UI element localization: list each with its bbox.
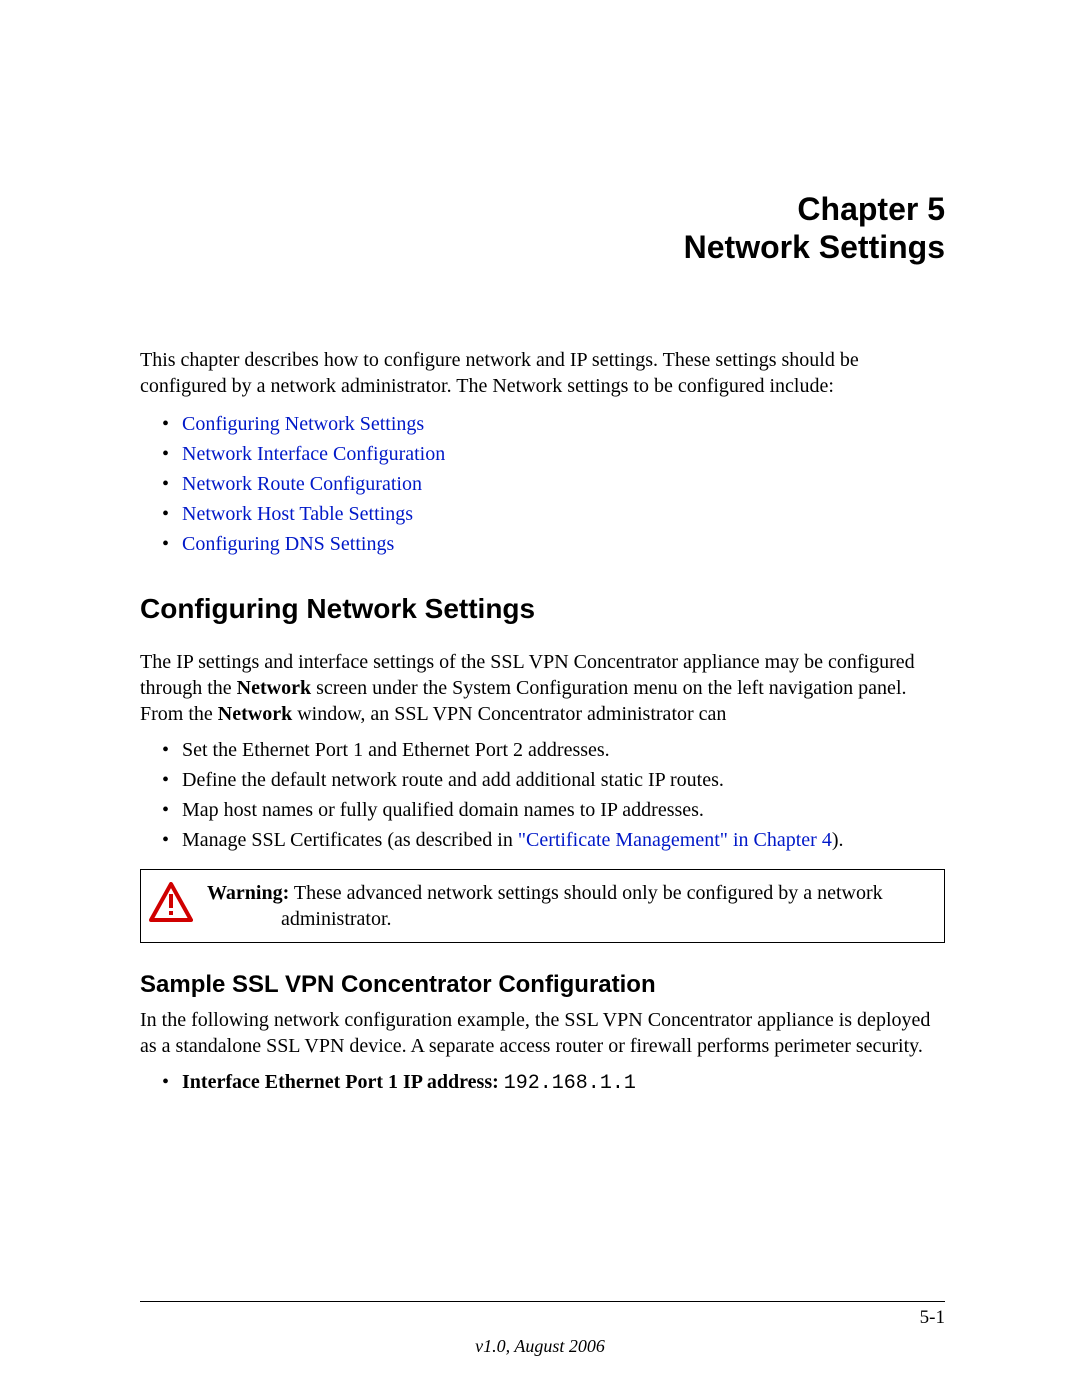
toc-link-list: Configuring Network Settings Network Int… [140,409,945,559]
bold-text: Network [218,703,292,725]
toc-link[interactable]: Configuring DNS Settings [182,533,394,555]
warning-text: Warning: These advanced network settings… [207,880,883,932]
toc-link[interactable]: Network Host Table Settings [182,503,413,525]
text: window, an SSL VPN Concentrator administ… [292,703,726,725]
mono-text: 192.168.1.1 [504,1072,636,1095]
list-item: Define the default network route and add… [140,765,945,795]
warning-icon [149,882,197,927]
list-item: Set the Ethernet Port 1 and Ethernet Por… [140,735,945,765]
config-list: Interface Ethernet Port 1 IP address: 19… [140,1067,945,1099]
page-number: 5-1 [920,1307,945,1329]
text: These advanced network settings should o… [289,882,882,904]
feature-list: Set the Ethernet Port 1 and Ethernet Por… [140,735,945,855]
toc-link[interactable]: Network Interface Configuration [182,443,445,465]
section1-paragraph: The IP settings and interface settings o… [140,649,945,727]
chapter-number: Chapter 5 [140,190,945,228]
text: Manage SSL Certificates (as described in [182,829,518,851]
text: ). [832,829,844,851]
version-footer: v1.0, August 2006 [0,1336,1080,1357]
toc-link-item: Network Interface Configuration [140,439,945,469]
footer-rule [140,1301,945,1302]
list-item: Manage SSL Certificates (as described in… [140,825,945,855]
text: administrator. [207,906,883,932]
toc-link[interactable]: Configuring Network Settings [182,413,424,435]
warning-box: Warning: These advanced network settings… [140,869,945,943]
list-item: Interface Ethernet Port 1 IP address: 19… [140,1067,945,1099]
intro-paragraph: This chapter describes how to configure … [140,347,945,399]
toc-link-item: Configuring Network Settings [140,409,945,439]
toc-link-item: Configuring DNS Settings [140,529,945,559]
section-heading: Configuring Network Settings [140,593,945,625]
crossref-link[interactable]: "Certificate Management" in Chapter 4 [518,829,832,851]
warning-label: Warning: [207,882,289,904]
chapter-title: Chapter 5 Network Settings [140,190,945,267]
subsection-heading: Sample SSL VPN Concentrator Configuratio… [140,971,945,999]
section2-paragraph: In the following network configuration e… [140,1007,945,1059]
bold-text: Network [237,677,311,699]
toc-link[interactable]: Network Route Configuration [182,473,422,495]
toc-link-item: Network Host Table Settings [140,499,945,529]
chapter-name: Network Settings [140,228,945,266]
bold-text: Interface Ethernet Port 1 IP address: [182,1071,504,1093]
list-item: Map host names or fully qualified domain… [140,795,945,825]
document-page: Chapter 5 Network Settings This chapter … [0,0,1080,1397]
toc-link-item: Network Route Configuration [140,469,945,499]
